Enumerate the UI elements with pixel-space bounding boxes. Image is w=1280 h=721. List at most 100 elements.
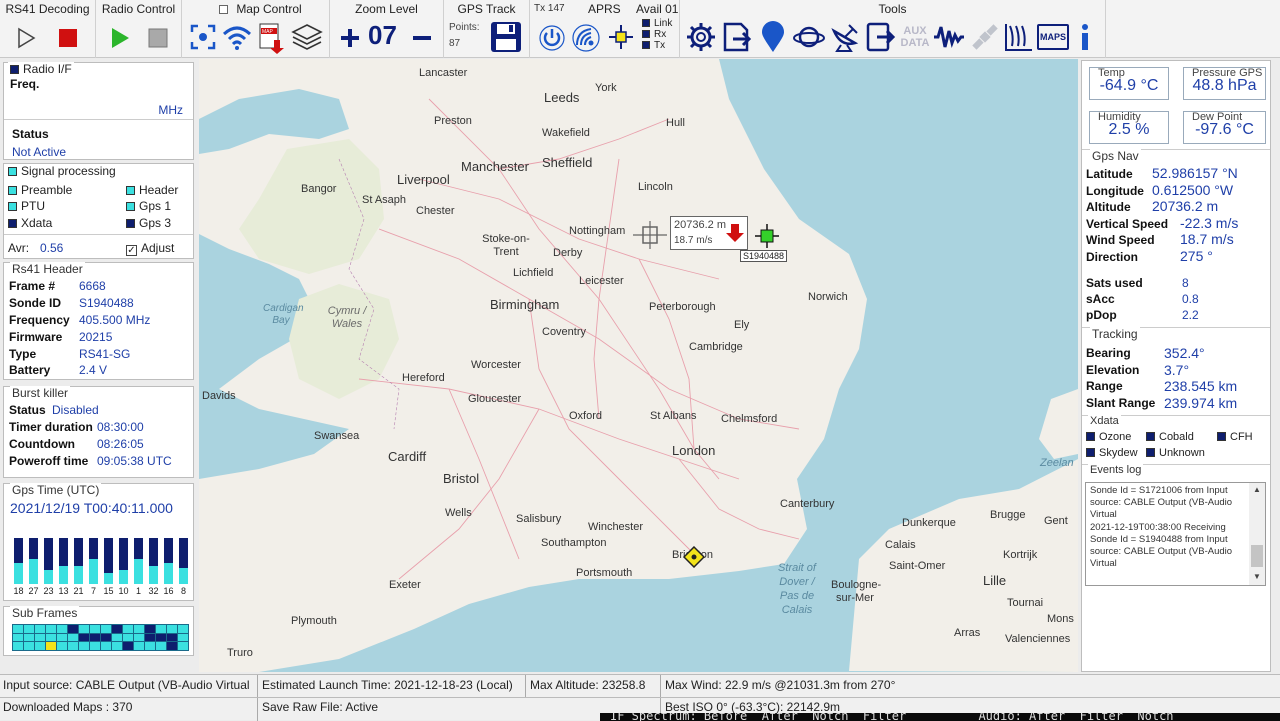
satellite-bar [74,538,83,584]
satellite-bar-label: 10 [118,586,129,596]
stop-decoding-button[interactable] [52,24,84,52]
radio-play-button[interactable] [104,24,136,52]
sea-label: Cardigan Bay [263,303,304,326]
range-value: 238.545 km [1164,378,1238,394]
download-map-button[interactable]: MAP [256,22,286,54]
layers-icon [291,24,323,50]
city-label: Wakefield [542,127,590,139]
adjust-checkbox[interactable]: ✓ [126,245,137,256]
firmware-value: 20215 [79,330,113,344]
sonde-position-icon[interactable] [755,224,779,248]
city-label: Mons [1047,613,1074,625]
play-decoding-button[interactable] [10,24,42,52]
save-track-button[interactable] [488,19,524,55]
latitude-value: 52.986157 °N [1152,165,1238,181]
gps3-label: Gps 3 [139,216,172,230]
profile-chart-button[interactable] [1002,20,1036,54]
events-log-list[interactable]: Sonde Id = S1721006 from Input source: CA… [1085,482,1266,586]
play-icon [112,28,129,48]
city-label: Lancaster [419,67,468,79]
planet-button[interactable] [792,20,826,54]
forward-button[interactable] [864,20,898,54]
zoom-level-title: Zoom Level [355,2,418,16]
map-download-icon: MAP [259,23,284,54]
export-button[interactable] [720,20,754,54]
ptu-indicator [8,202,17,211]
city-label: Swansea [314,430,360,442]
vertical-speed-value: -22.3 m/s [1180,215,1239,231]
zoom-in-button[interactable] [336,24,364,52]
settings-button[interactable] [684,20,718,54]
zoom-out-button[interactable] [408,24,436,52]
satellite-bar-label: 8 [180,586,186,596]
satellite-dish-button[interactable] [828,20,862,54]
maps-folder-button[interactable]: MAPS [1036,20,1070,54]
cfh-indicator [1217,432,1226,441]
city-label: Portsmouth [576,567,633,579]
sacc-label: sAcc [1086,292,1115,306]
events-scrollbar[interactable]: ▲ ▼ [1249,483,1265,585]
scroll-down-icon[interactable]: ▼ [1253,572,1261,581]
map-layers-button[interactable] [290,22,324,52]
city-label: Hull [666,117,685,129]
satellite-bar-fill [179,567,188,584]
gps-track-group: GPS Track Points: 87 [444,0,530,58]
center-map-button[interactable] [188,22,218,52]
rx-label: Rx [654,29,667,40]
city-label: Chester [416,205,455,217]
station-marker-icon[interactable] [683,546,705,568]
max-altitude-status: Max Altitude: 23258.8 [530,678,646,692]
elevation-label: Elevation [1086,363,1140,377]
power-icon [539,25,565,51]
aux-data-button[interactable]: AUX DATA [898,22,932,52]
radio-stop-button[interactable] [142,24,174,52]
stop-icon [59,29,77,47]
tracking-title: Tracking [1090,327,1140,341]
satellite-bar-fill [89,558,98,584]
humidity-box: Humidity 2.5 % [1089,111,1169,144]
satellite-bar [44,538,53,584]
gps-nav-title: Gps Nav [1090,149,1141,163]
city-label: Truro [227,647,253,659]
aprs-target-button[interactable] [606,22,636,52]
temp-box: Temp -64.9 °C [1089,67,1169,100]
event-log-line: 2021-12-19T00:38:00 Receiving [1090,521,1226,533]
battery-label: Battery [9,363,51,377]
sonde-id-value: S1940488 [79,296,134,310]
satellite-button[interactable] [968,20,1002,54]
plus-icon [341,29,359,47]
info-button[interactable] [1072,20,1098,54]
dew-point-value: -97.6 °C [1195,121,1254,138]
burst-status-value: Disabled [52,403,99,417]
city-label: Cardiff [388,449,427,464]
map-control-title: Map Control [236,2,302,16]
altitude-label: Altitude [1086,200,1131,214]
location-button[interactable] [756,20,790,54]
satellite-bar-label: 15 [103,586,114,596]
scrollbar-thumb[interactable] [1251,545,1263,567]
sub-frames-panel: Sub Frames [3,606,194,656]
wind-speed-value: 18.7 m/s [1180,231,1234,247]
radio-status-value: Not Active [12,145,67,159]
points-value: 87 [449,38,461,49]
map-view[interactable]: Lancaster Leeds York Preston Wakefield H… [199,59,1078,672]
aprs-signal-button[interactable] [570,22,602,54]
save-raw-status: Save Raw File: Active [262,700,379,714]
city-label: Liverpool [397,172,450,187]
city-label: Norwich [808,291,848,303]
satellite-bar [134,538,143,584]
wifi-button[interactable] [222,22,252,52]
adjust-label: Adjust [141,241,175,255]
city-label: Stoke-on-Trent [482,233,530,258]
map-control-checkbox[interactable] [219,5,229,14]
city-label: Gloucester [468,393,522,405]
aprs-power-button[interactable] [536,22,568,54]
points-label: Points: [449,22,480,33]
waveform-button[interactable] [932,20,966,54]
scroll-up-icon[interactable]: ▲ [1253,485,1261,494]
maps-folder-icon: MAPS [1037,24,1069,50]
vertical-speed-label: Vertical Speed [1086,217,1169,231]
satellite-bar-labels: 18 27 23 13 21 7 15 10 1 32 16 8 [13,586,188,598]
aprs-title: APRS [588,2,621,16]
rx-indicator [642,30,650,38]
